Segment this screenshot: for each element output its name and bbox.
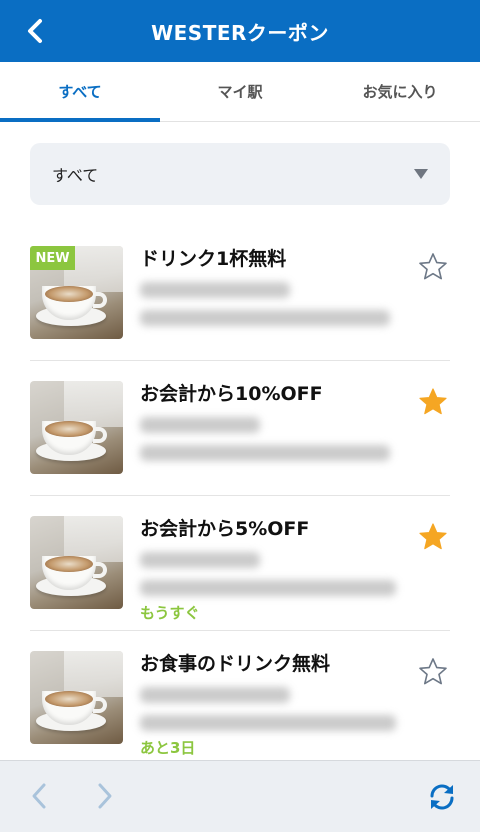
tab-all[interactable]: すべて	[0, 62, 160, 122]
coupon-thumbnail	[30, 516, 123, 609]
refresh-button[interactable]	[424, 779, 460, 815]
coupon-title: ドリンク1杯無料	[140, 248, 287, 270]
coupon-status-text: もうすぐ	[140, 604, 200, 622]
coupon-list-item[interactable]: お会計から5%OFF もうすぐ	[30, 496, 450, 631]
coupon-title: お会計から10%OFF	[140, 383, 323, 405]
blurred-store-name	[140, 552, 260, 568]
coupon-thumbnail	[30, 651, 123, 744]
tab-my-station[interactable]: マイ駅	[160, 62, 320, 121]
filter-selected-value: すべて	[52, 166, 99, 185]
coupon-title: お会計から5%OFF	[140, 518, 310, 540]
star-outline-icon[interactable]	[418, 252, 448, 282]
coupon-status-text: あと3日	[140, 739, 196, 757]
blurred-expiry-date	[140, 445, 390, 461]
blurred-store-name	[140, 282, 290, 298]
coupon-title: お食事のドリンク無料	[140, 653, 331, 675]
bottom-toolbar	[0, 760, 480, 832]
coupon-list-item[interactable]: お食事のドリンク無料 あと3日	[30, 631, 450, 766]
blurred-store-name	[140, 417, 260, 433]
chevron-right-icon	[98, 783, 112, 809]
star-filled-icon[interactable]	[418, 387, 448, 417]
star-outline-icon[interactable]	[418, 657, 448, 687]
dropdown-caret-icon	[414, 169, 428, 179]
chevron-left-icon	[28, 19, 42, 43]
chevron-left-icon	[32, 783, 46, 809]
tab-bar: すべて マイ駅 お気に入り	[0, 62, 480, 122]
back-button[interactable]	[18, 14, 52, 48]
coupon-list-item[interactable]: NEW ドリンク1杯無料	[30, 226, 450, 361]
blurred-store-name	[140, 687, 290, 703]
blurred-start-date	[140, 580, 396, 596]
forward-nav-button[interactable]	[90, 781, 120, 811]
blurred-expiry-date	[140, 715, 396, 731]
tab-favorites[interactable]: お気に入り	[320, 62, 480, 121]
blurred-expiry-date	[140, 310, 390, 326]
new-badge: NEW	[30, 246, 75, 270]
category-filter-dropdown[interactable]: すべて	[30, 143, 450, 205]
coupon-list: NEW ドリンク1杯無料 お会計から10%OFF お会計から5%OFF もうすぐ	[30, 226, 450, 766]
page-title: WESTERクーポン	[151, 20, 329, 45]
refresh-icon	[430, 784, 454, 810]
coupon-thumbnail	[30, 381, 123, 474]
coupon-list-item[interactable]: お会計から10%OFF	[30, 361, 450, 496]
star-filled-icon[interactable]	[418, 522, 448, 552]
back-nav-button[interactable]	[24, 781, 54, 811]
app-header: WESTERクーポン	[0, 0, 480, 62]
